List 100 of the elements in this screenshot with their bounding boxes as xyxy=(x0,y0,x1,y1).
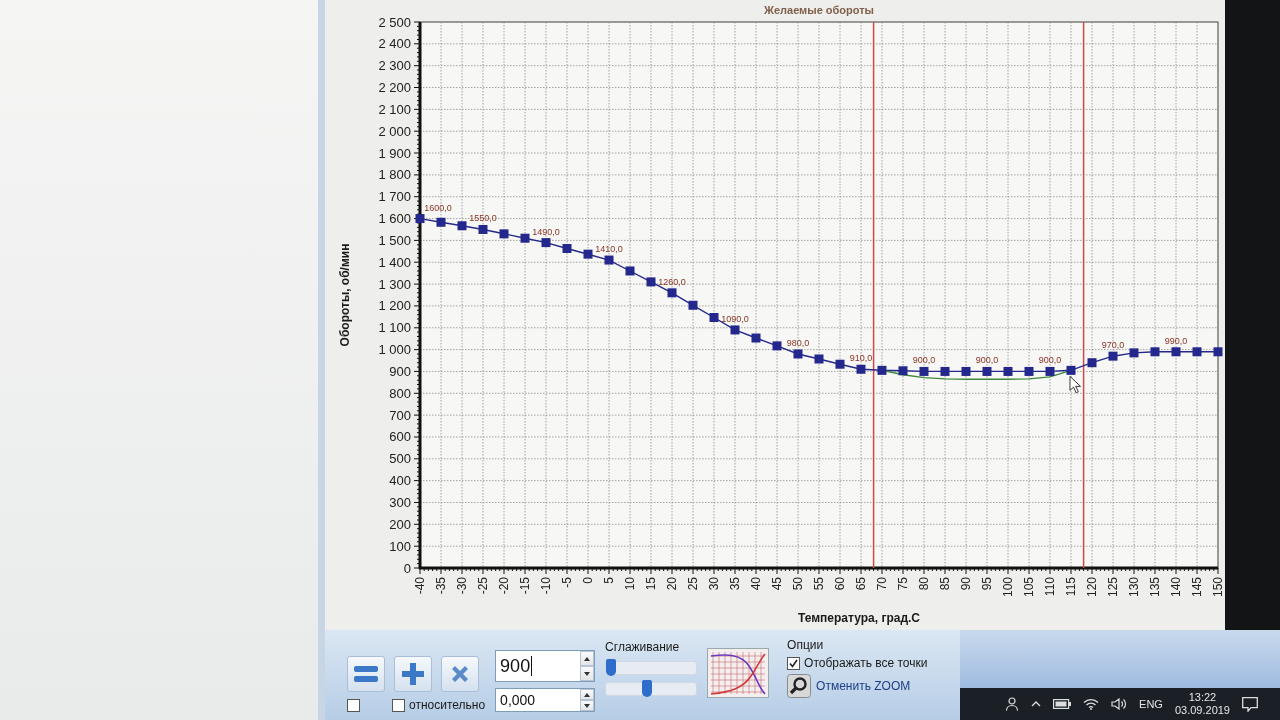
x-tick-label: 30 xyxy=(707,577,721,591)
checkbox-label: относительно xyxy=(409,698,486,712)
x-tick-label: 60 xyxy=(833,577,847,591)
y-tick-label: 200 xyxy=(389,516,411,532)
data-point[interactable] xyxy=(1129,348,1139,358)
y-axis-title: Обороты, об/мин xyxy=(338,243,352,347)
checkbox[interactable] xyxy=(347,698,360,712)
spin-down-button[interactable] xyxy=(580,666,595,681)
x-tick-label: 100 xyxy=(1001,577,1015,598)
y-tick-label: 1 600 xyxy=(378,211,411,227)
data-point[interactable] xyxy=(499,229,509,239)
data-point[interactable] xyxy=(1087,358,1097,368)
wifi-icon[interactable] xyxy=(1083,698,1100,710)
slider-thumb[interactable] xyxy=(642,680,653,697)
checkbox[interactable] xyxy=(787,656,801,670)
number-field[interactable]: 0,000 xyxy=(495,688,596,712)
y-tick-label: 500 xyxy=(389,451,411,467)
data-point[interactable] xyxy=(583,249,593,259)
x-tick-label: 40 xyxy=(749,577,763,591)
slider-track[interactable] xyxy=(605,682,698,696)
x-tick-label: -10 xyxy=(539,577,553,595)
value-label: 1260,0 xyxy=(658,276,686,287)
data-point[interactable] xyxy=(856,364,866,374)
data-point[interactable] xyxy=(961,366,971,376)
notification-icon[interactable] xyxy=(1242,696,1258,712)
value-label: 910,0 xyxy=(849,353,873,364)
data-point[interactable] xyxy=(814,354,824,364)
x-tick-label: 15 xyxy=(644,577,658,591)
delete-button[interactable] xyxy=(441,656,479,692)
battery-icon[interactable] xyxy=(1053,699,1072,709)
x-tick-label: -20 xyxy=(497,577,511,595)
data-point[interactable] xyxy=(646,277,656,287)
data-point[interactable] xyxy=(1213,347,1223,357)
value-label: 1410,0 xyxy=(595,244,623,255)
data-point[interactable] xyxy=(940,366,950,376)
data-point[interactable] xyxy=(436,217,446,227)
data-point[interactable] xyxy=(604,255,614,265)
data-point[interactable] xyxy=(688,300,698,310)
x-tick-label: 115 xyxy=(1064,577,1078,597)
data-point[interactable] xyxy=(877,365,887,375)
x-tick-label: 75 xyxy=(896,577,910,591)
equals-button[interactable] xyxy=(347,656,385,692)
data-point[interactable] xyxy=(835,359,845,369)
language-indicator[interactable]: ENG xyxy=(1139,698,1163,710)
chevron-up-icon[interactable] xyxy=(1031,701,1042,707)
slider-thumb[interactable] xyxy=(606,659,617,676)
data-point[interactable] xyxy=(1066,365,1076,375)
data-point[interactable] xyxy=(541,238,551,248)
y-tick-label: 1 500 xyxy=(378,232,411,248)
value-label: 970,0 xyxy=(1101,340,1125,351)
data-point[interactable] xyxy=(751,333,761,343)
checkbox[interactable] xyxy=(392,698,405,712)
data-point[interactable] xyxy=(667,288,677,298)
data-point[interactable] xyxy=(1150,347,1160,357)
data-point[interactable] xyxy=(1024,366,1034,376)
down-arrow-icon xyxy=(584,703,591,708)
clock-date[interactable]: 03.09.2019 xyxy=(1174,704,1230,717)
data-point[interactable] xyxy=(415,214,425,224)
data-point[interactable] xyxy=(898,366,908,376)
data-point[interactable] xyxy=(1171,347,1181,357)
person-icon[interactable] xyxy=(1005,697,1020,711)
value-label: 900,0 xyxy=(912,355,936,366)
add-button[interactable] xyxy=(394,656,432,692)
data-point[interactable] xyxy=(982,366,992,376)
data-point[interactable] xyxy=(772,341,782,351)
data-point[interactable] xyxy=(730,325,740,335)
data-point[interactable] xyxy=(1003,366,1013,376)
y-tick-label: 1 400 xyxy=(378,254,411,270)
data-point[interactable] xyxy=(520,233,530,243)
data-point[interactable] xyxy=(1045,366,1055,376)
range-marker-line[interactable] xyxy=(872,21,875,569)
x-tick-label: 45 xyxy=(770,577,784,591)
data-point[interactable] xyxy=(793,349,803,359)
data-point[interactable] xyxy=(919,366,929,376)
spin-down-button[interactable] xyxy=(580,700,595,711)
value-label: 1490,0 xyxy=(532,226,560,237)
x-tick-label: 5 xyxy=(602,577,616,584)
spin-up-button[interactable] xyxy=(580,651,595,666)
clock-time[interactable]: 13:22 xyxy=(1188,691,1217,704)
data-point[interactable] xyxy=(457,221,467,231)
y-tick-label: 1 700 xyxy=(378,189,411,205)
spin-up-button[interactable] xyxy=(580,689,595,700)
mouse-pointer-icon xyxy=(1069,375,1081,394)
x-tick-label: -15 xyxy=(518,577,532,595)
x-tick-label: 50 xyxy=(791,577,805,591)
data-point[interactable] xyxy=(625,266,635,276)
y-tick-label: 2 400 xyxy=(378,36,411,52)
x-tick-label: 130 xyxy=(1127,577,1141,598)
data-point[interactable] xyxy=(1108,351,1118,361)
x-tick-label: 35 xyxy=(728,577,742,591)
slider-track[interactable] xyxy=(605,661,698,675)
range-marker-line[interactable] xyxy=(1082,21,1085,569)
reset-zoom-button[interactable]: Отменить ZOOM xyxy=(787,674,928,698)
data-point[interactable] xyxy=(1192,347,1202,357)
speaker-icon[interactable] xyxy=(1111,698,1128,710)
x-tick-label: 90 xyxy=(959,577,973,591)
close-icon xyxy=(450,664,470,684)
number-field[interactable]: 900 xyxy=(495,650,596,682)
x-tick-label: -25 xyxy=(476,577,490,595)
y-tick-label: 2 000 xyxy=(378,123,411,139)
